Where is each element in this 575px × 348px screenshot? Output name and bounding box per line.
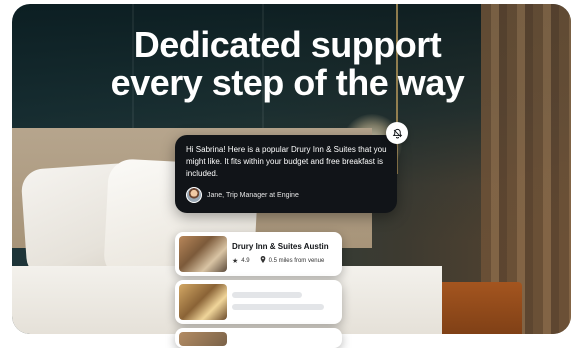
location-pin-icon <box>260 256 266 265</box>
skeleton-line <box>232 304 324 310</box>
chat-sender: Jane, Trip Manager at Engine <box>186 187 299 203</box>
bell-off-icon[interactable] <box>386 122 408 144</box>
hotel-name: Drury Inn & Suites Austin <box>232 242 329 251</box>
headline-line-2: every step of the way <box>110 62 465 103</box>
hotel-distance: 0.5 miles from venue <box>268 257 325 264</box>
hotel-thumbnail <box>179 236 227 272</box>
hotel-card-loading[interactable] <box>175 280 342 324</box>
skeleton-line <box>232 292 302 298</box>
hotel-thumbnail <box>179 332 227 346</box>
chat-message: Hi Sabrina! Here is a popular Drury Inn … <box>186 145 387 178</box>
avatar <box>186 187 202 203</box>
hotel-card-loading[interactable] <box>175 328 342 348</box>
bell-icon-glyph <box>392 128 402 138</box>
hotel-thumbnail <box>179 284 227 320</box>
star-icon: ★ <box>232 257 239 265</box>
sender-name: Jane, Trip Manager at Engine <box>207 191 299 199</box>
chat-bubble: Hi Sabrina! Here is a popular Drury Inn … <box>175 135 397 213</box>
hotel-card[interactable]: Drury Inn & Suites Austin ★ 4.9 0.5 mile… <box>175 232 342 276</box>
headline-line-1: Dedicated support <box>133 24 442 65</box>
hotel-rating: 4.9 <box>241 257 250 264</box>
hero-headline: Dedicated support every step of the way <box>0 26 575 102</box>
hotel-meta: ★ 4.9 0.5 miles from venue <box>232 256 324 265</box>
